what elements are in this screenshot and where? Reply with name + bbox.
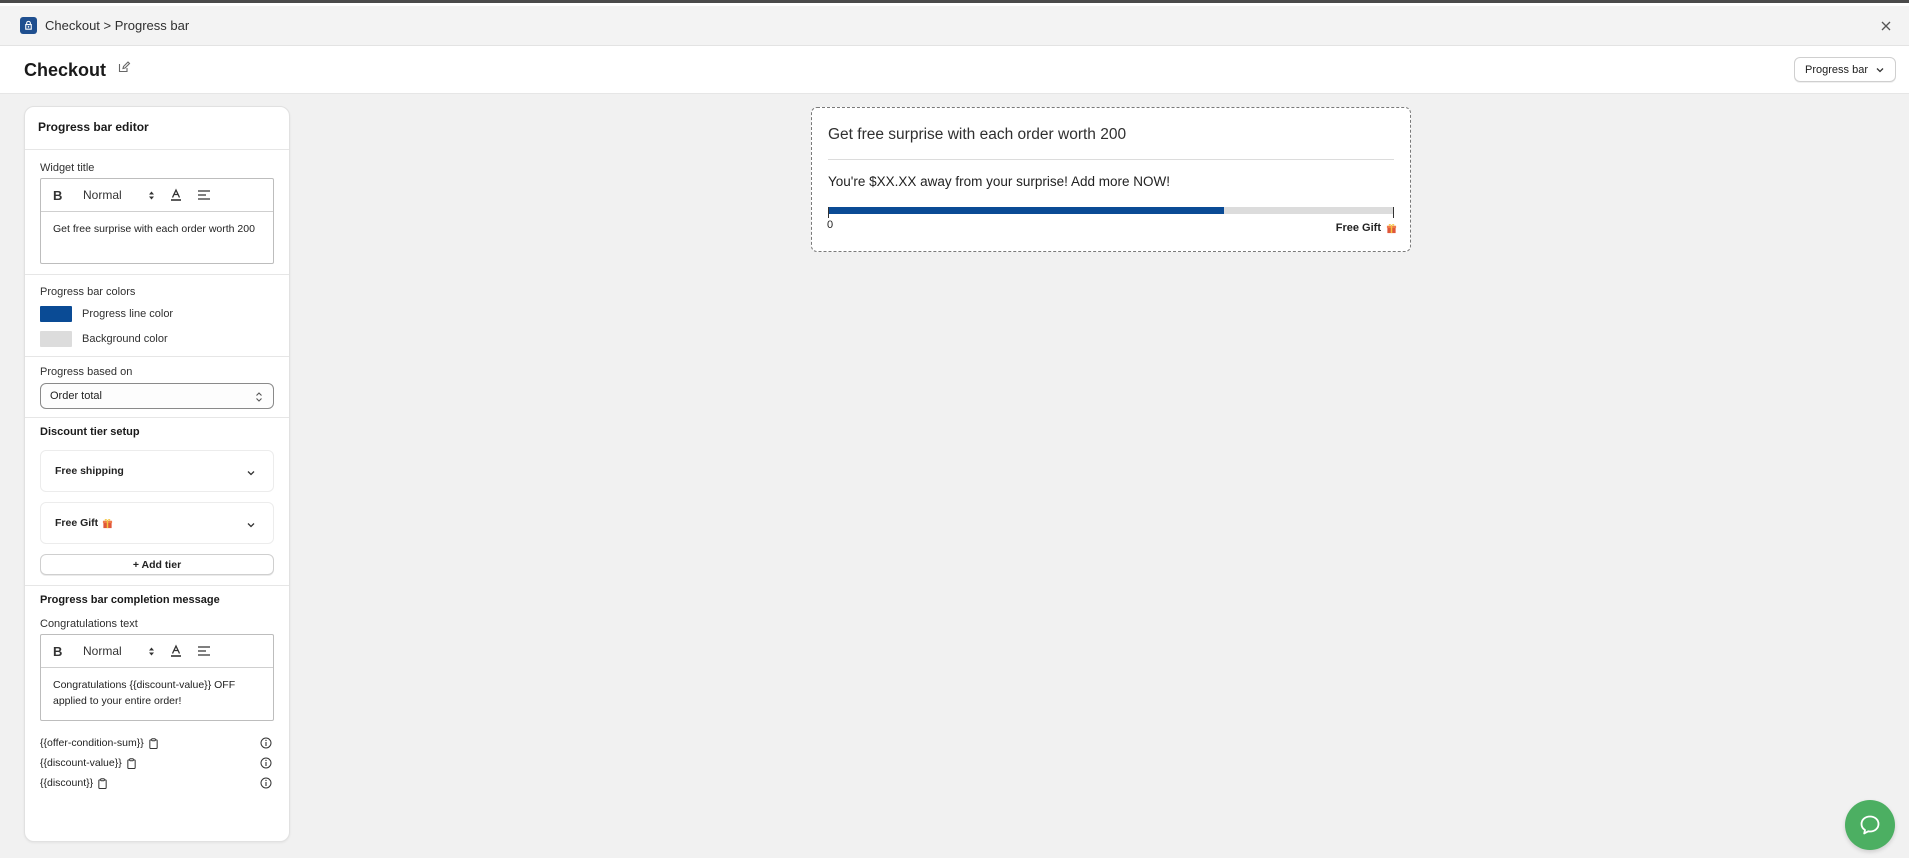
variable-row: {{offer-condition-sum}} bbox=[40, 733, 274, 753]
bold-button[interactable]: B bbox=[53, 644, 65, 659]
bold-button[interactable]: B bbox=[53, 188, 65, 203]
add-tier-button[interactable]: + Add tier bbox=[40, 554, 274, 575]
text-color-icon[interactable] bbox=[169, 188, 183, 202]
page-header: Checkout Progress bar bbox=[0, 47, 1909, 94]
rich-text-toolbar: B Normal bbox=[41, 179, 273, 212]
congratulations-label: Congratulations text bbox=[40, 618, 138, 630]
font-size-select[interactable]: Normal bbox=[83, 188, 155, 202]
info-icon[interactable] bbox=[260, 737, 272, 749]
completion-message-heading: Progress bar completion message bbox=[40, 594, 220, 606]
editor-title: Progress bar editor bbox=[25, 107, 289, 150]
progress-start-tick bbox=[828, 207, 829, 218]
view-select-label: Progress bar bbox=[1805, 63, 1868, 76]
progress-goal: Free Gift bbox=[1336, 222, 1397, 234]
updown-arrows-icon bbox=[149, 191, 154, 199]
page-title: Checkout bbox=[24, 59, 107, 80]
preview-title: Get free surprise with each order worth … bbox=[828, 126, 1127, 143]
widget-title-text[interactable]: Get free surprise with each order worth … bbox=[41, 212, 273, 246]
view-select[interactable]: Progress bar bbox=[1794, 57, 1896, 82]
variable-row: {{discount-value}} bbox=[40, 753, 274, 773]
congratulations-text[interactable]: Congratulations {{discount-value}} OFF a… bbox=[41, 668, 273, 718]
progress-end-tick bbox=[1393, 207, 1394, 218]
progress-line-color-label: Progress line color bbox=[82, 307, 174, 320]
progress-line-color-swatch[interactable] bbox=[40, 305, 72, 322]
progress-colors-heading: Progress bar colors bbox=[40, 286, 136, 298]
variable-list: {{offer-condition-sum}} {{discount-value… bbox=[40, 733, 274, 793]
variable-name: {{discount}} bbox=[40, 777, 94, 789]
divider bbox=[25, 417, 289, 418]
app-window: Checkout > Progress bar Checkout Progres… bbox=[0, 0, 1909, 859]
tier-label: Free Gift bbox=[55, 517, 99, 529]
congratulations-editor: B Normal Congratulations {{discount-valu… bbox=[40, 634, 274, 721]
tier-label: Free shipping bbox=[55, 465, 124, 477]
align-left-icon[interactable] bbox=[197, 188, 211, 202]
close-icon[interactable] bbox=[1877, 17, 1895, 35]
chevron-down-icon bbox=[247, 523, 255, 528]
updown-arrows-icon bbox=[149, 647, 154, 655]
workspace: Progress bar editor Widget title B Norma… bbox=[0, 94, 1909, 858]
clipboard-icon[interactable] bbox=[148, 737, 159, 749]
widget-title-label: Widget title bbox=[40, 162, 95, 174]
progress-based-on-label: Progress based on bbox=[40, 366, 133, 378]
gift-icon bbox=[1386, 223, 1397, 233]
chat-bubble-icon bbox=[1860, 815, 1880, 835]
progress-start-label: 0 bbox=[827, 219, 834, 231]
tier-free-gift[interactable]: Free Gift bbox=[40, 502, 274, 544]
clipboard-icon[interactable] bbox=[126, 757, 137, 769]
updown-chevron-icon bbox=[256, 392, 262, 402]
font-size-select[interactable]: Normal bbox=[83, 644, 155, 658]
progress-line-color-row[interactable]: Progress line color bbox=[40, 301, 274, 326]
divider bbox=[25, 274, 289, 275]
title-bar: Checkout > Progress bar bbox=[0, 6, 1909, 46]
info-icon[interactable] bbox=[260, 777, 272, 789]
tier-free-shipping[interactable]: Free shipping bbox=[40, 450, 274, 492]
background-color-swatch[interactable] bbox=[40, 330, 72, 347]
breadcrumb: Checkout > Progress bar bbox=[45, 18, 190, 33]
progress-bar-editor: Progress bar editor Widget title B Norma… bbox=[24, 106, 290, 842]
chevron-down-icon bbox=[247, 471, 255, 476]
rich-text-toolbar: B Normal bbox=[41, 635, 273, 668]
progress-track bbox=[828, 207, 1394, 214]
divider bbox=[25, 585, 289, 586]
app-logo-icon bbox=[20, 17, 37, 34]
preview-divider bbox=[828, 159, 1394, 160]
chevron-down-icon bbox=[1876, 67, 1884, 72]
progress-goal-label: Free Gift bbox=[1335, 222, 1381, 234]
progress-fill bbox=[828, 207, 1225, 214]
variable-row: {{discount}} bbox=[40, 773, 274, 793]
background-color-label: Background color bbox=[82, 332, 168, 345]
widget-title-editor: B Normal Get free surprise with each ord… bbox=[40, 178, 274, 264]
edit-icon[interactable] bbox=[117, 60, 131, 74]
clipboard-icon[interactable] bbox=[97, 777, 108, 789]
progress-bar-preview: Get free surprise with each order worth … bbox=[811, 107, 1411, 252]
align-left-icon[interactable] bbox=[197, 644, 211, 658]
discount-tier-heading: Discount tier setup bbox=[40, 426, 140, 438]
preview-message: You're $XX.XX away from your surprise! A… bbox=[828, 174, 1170, 189]
chat-button[interactable] bbox=[1845, 800, 1895, 850]
info-icon[interactable] bbox=[260, 757, 272, 769]
divider bbox=[25, 356, 289, 357]
progress-based-on-select[interactable]: Order total bbox=[40, 383, 274, 409]
background-color-row[interactable]: Background color bbox=[40, 326, 274, 351]
variable-name: {{offer-condition-sum}} bbox=[40, 737, 144, 749]
text-color-icon[interactable] bbox=[169, 644, 183, 658]
gift-icon bbox=[103, 518, 113, 528]
variable-name: {{discount-value}} bbox=[40, 757, 122, 769]
